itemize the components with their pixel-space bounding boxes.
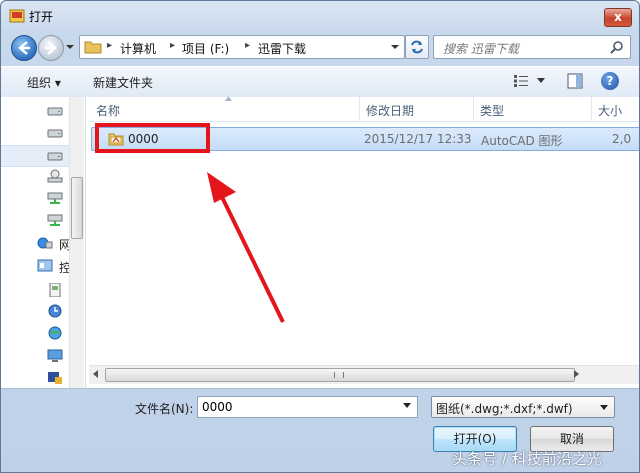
watermark-text: 头条号 / 科技前沿之光: [452, 450, 602, 468]
nav-pane-scrollbar-thumb[interactable]: [71, 177, 83, 239]
column-headers: 名称 修改日期 类型 大小: [89, 96, 639, 122]
network-icon: [37, 237, 53, 249]
refresh-icon: [411, 40, 423, 54]
media-icon: [48, 372, 62, 384]
close-button[interactable]: x: [604, 8, 632, 27]
forward-button[interactable]: [38, 35, 64, 61]
back-button[interactable]: [11, 35, 37, 61]
scroll-right-arrow-icon[interactable]: [574, 370, 579, 378]
search-placeholder[interactable]: 搜索 迅雷下载: [443, 40, 519, 57]
network-drive-icon: [47, 214, 63, 226]
horizontal-scrollbar[interactable]: [89, 365, 639, 384]
filetype-value: 图纸(*.dwg;*.dxf;*.dwf): [436, 402, 573, 416]
column-header-name-label: 名称: [96, 104, 121, 118]
globe-icon: [48, 326, 62, 340]
document-icon: [49, 283, 61, 297]
command-toolbar: 组织 ▾ 新建文件夹 ?: [1, 66, 639, 98]
control-panel-icon: [37, 259, 53, 272]
preview-pane-icon[interactable]: [567, 73, 583, 89]
search-box[interactable]: 搜索 迅雷下载: [433, 35, 631, 59]
address-bar[interactable]: ▸ 计算机 ▸ 项目 (F:) ▸ 迅雷下载: [79, 35, 405, 59]
navigation-pane: 网 控: [1, 97, 86, 388]
organize-button[interactable]: 组织 ▾: [27, 74, 61, 91]
navigation-bar: ▸ 计算机 ▸ 项目 (F:) ▸ 迅雷下载 搜索 迅雷下载: [1, 31, 639, 65]
column-header-type[interactable]: 类型: [473, 97, 592, 121]
open-dialog-window: 打开 x ▸ 计算机 ▸ 项目 (F:) ▸ 迅雷下载 搜索 迅雷下载 组织 ▾…: [0, 0, 640, 473]
drive-icon: [47, 129, 63, 138]
chevron-down-icon: [600, 405, 608, 410]
new-folder-button[interactable]: 新建文件夹: [93, 74, 153, 91]
folder-icon: [84, 41, 102, 54]
view-options-icon[interactable]: [513, 74, 529, 88]
filetype-select[interactable]: 图纸(*.dwg;*.dxf;*.dwf): [431, 396, 615, 418]
file-date: 2015/12/17 12:33: [364, 132, 472, 146]
app-icon: [9, 9, 25, 23]
column-header-type-label: 类型: [480, 104, 505, 118]
column-header-date-label: 修改日期: [366, 104, 415, 118]
clock-icon: [48, 304, 62, 318]
title-bar: 打开 x: [1, 1, 639, 29]
recent-pages-dropdown-icon[interactable]: [65, 41, 75, 53]
breadcrumb-separator[interactable]: ▸: [107, 40, 112, 51]
window-title: 打开: [29, 10, 54, 24]
refresh-button[interactable]: [405, 35, 429, 59]
file-size: 2,0: [612, 132, 632, 146]
search-icon[interactable]: [610, 40, 624, 54]
help-icon[interactable]: ?: [601, 72, 619, 90]
file-type: AutoCAD 图形: [481, 134, 563, 148]
arrow-right-icon: [45, 41, 57, 55]
nav-item-control-panel[interactable]: 控: [1, 257, 75, 277]
nav-item-network[interactable]: 网: [1, 234, 75, 254]
filename-input[interactable]: [197, 396, 418, 418]
network-drive-icon: [47, 192, 63, 204]
filename-label: 文件名(N):: [135, 402, 194, 416]
drive-icon: [47, 152, 63, 161]
column-header-date[interactable]: 修改日期: [359, 97, 474, 121]
breadcrumb-drive-f[interactable]: 项目 (F:): [182, 40, 229, 57]
scroll-left-arrow-icon[interactable]: [93, 370, 98, 378]
monitor-icon: [47, 349, 63, 362]
breadcrumb-computer[interactable]: 计算机: [120, 40, 156, 57]
column-header-size[interactable]: 大小: [591, 97, 639, 121]
scrollbar-grip: [334, 372, 344, 378]
column-header-name[interactable]: 名称: [89, 96, 360, 121]
drive-icon: [47, 107, 63, 116]
breadcrumb-separator[interactable]: ▸: [245, 40, 250, 51]
column-header-size-label: 大小: [598, 104, 623, 118]
highlight-annotation-box: [95, 123, 210, 153]
arrow-left-icon: [18, 41, 30, 55]
nav-item-drive-selected[interactable]: [1, 145, 69, 167]
horizontal-scrollbar-thumb[interactable]: [105, 368, 575, 382]
chevron-down-icon[interactable]: [389, 41, 401, 53]
nav-pane-scrollbar[interactable]: [69, 97, 84, 388]
filename-dropdown-icon[interactable]: [403, 403, 411, 408]
breadcrumb-separator[interactable]: ▸: [170, 40, 175, 51]
cd-drive-icon: [47, 169, 63, 183]
chevron-down-icon[interactable]: [537, 78, 545, 84]
sort-ascending-icon: [225, 96, 232, 101]
breadcrumb-xunlei-downloads[interactable]: 迅雷下载: [258, 40, 306, 57]
